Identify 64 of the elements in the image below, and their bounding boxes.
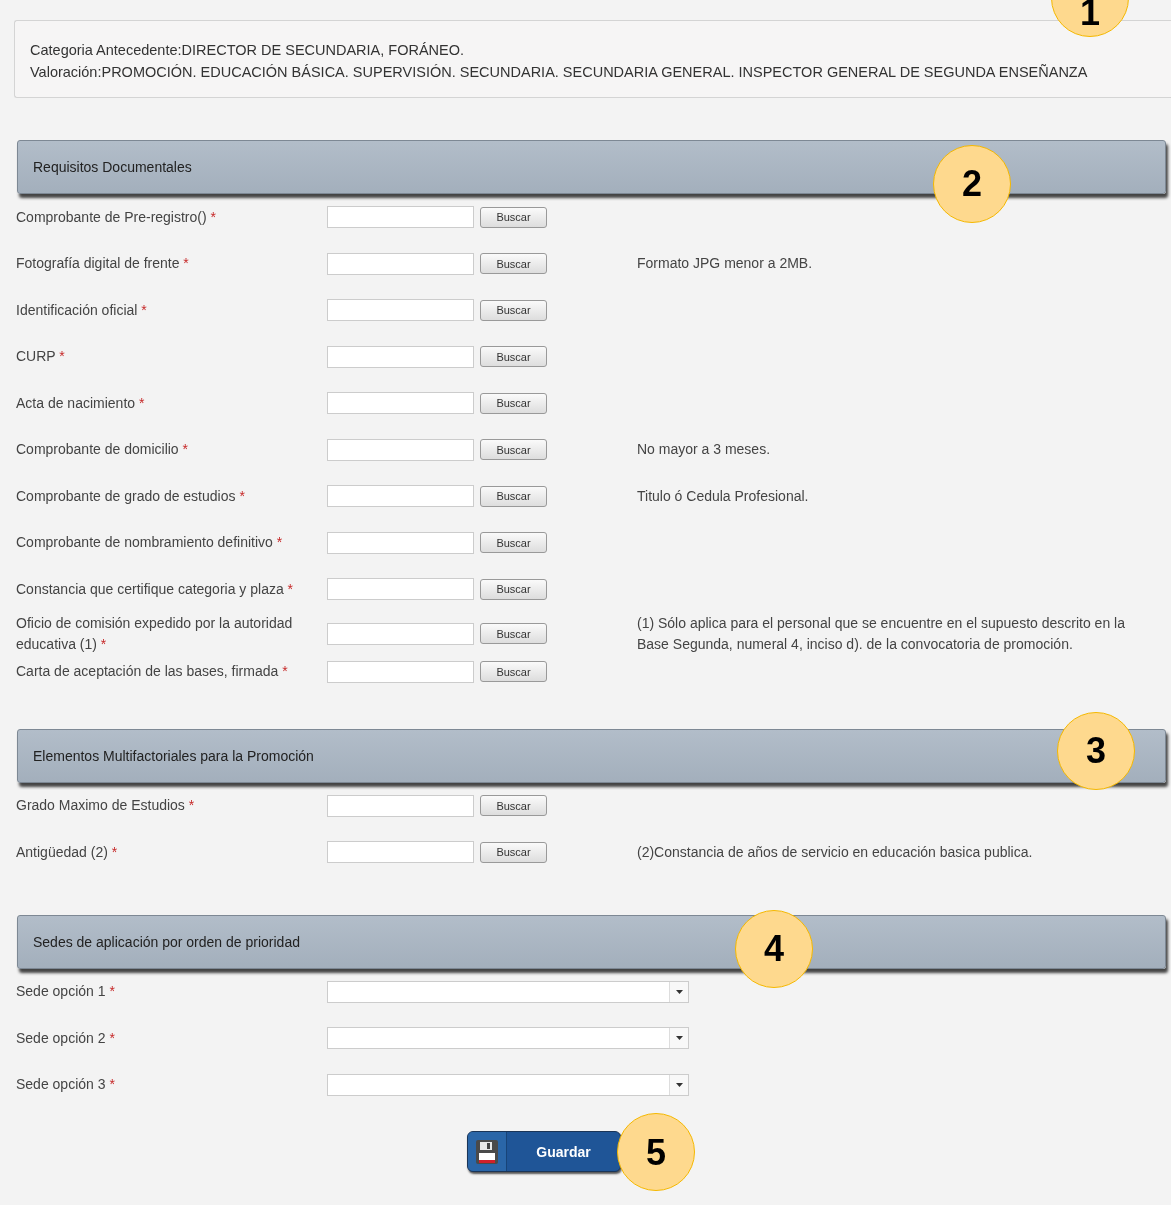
dropdown[interactable] bbox=[327, 1027, 689, 1050]
file-field[interactable] bbox=[327, 392, 474, 415]
field-note: Titulo ó Cedula Profesional. bbox=[637, 486, 810, 506]
field-note: (2)Constancia de años de servicio en educación basica publica. bbox=[637, 842, 1034, 862]
file-field[interactable] bbox=[327, 206, 474, 229]
callout-badge: 1 bbox=[1051, 0, 1129, 37]
dropdown[interactable] bbox=[327, 980, 689, 1003]
browse-button[interactable]: Buscar bbox=[480, 623, 547, 644]
browse-button[interactable]: Buscar bbox=[480, 795, 547, 817]
field-label: Comprobante de domicilio * bbox=[16, 440, 189, 460]
file-field[interactable] bbox=[327, 794, 474, 817]
info-text: Valoración:PROMOCIÓN. EDUCACIÓN BÁSICA. SUPERVISIÓN. SECUNDARIA. SECUNDARIA GENERAL. INSPECTOR GENERAL DE SEGUNDA ENSEÑANZA bbox=[30, 63, 1089, 82]
file-field[interactable] bbox=[327, 660, 474, 683]
file-field[interactable] bbox=[327, 485, 474, 508]
file-field[interactable] bbox=[327, 299, 474, 322]
browse-button[interactable]: Buscar bbox=[480, 392, 547, 414]
field-label: Sede opción 1 * bbox=[16, 982, 116, 1002]
section-title: Requisitos Documentales bbox=[33, 159, 192, 175]
callout-badge: 2 bbox=[933, 145, 1011, 223]
file-field[interactable] bbox=[327, 345, 474, 368]
save-button[interactable]: Guardar bbox=[467, 1131, 621, 1172]
file-field[interactable] bbox=[327, 622, 474, 645]
info-text: Categoria Antecedente:DIRECTOR DE SECUNDARIA, FORÁNEO. bbox=[30, 41, 466, 60]
field-label: Sede opción 3 * bbox=[16, 1075, 116, 1095]
field-label: Acta de nacimiento * bbox=[16, 393, 146, 413]
field-label: Antigüedad (2) * bbox=[16, 842, 119, 862]
browse-button[interactable]: Buscar bbox=[480, 841, 547, 863]
dropdown-arrow-icon bbox=[675, 989, 683, 994]
browse-button[interactable]: Buscar bbox=[480, 299, 547, 321]
field-label: Grado Maximo de Estudios * bbox=[16, 796, 196, 816]
dropdown-arrow-icon bbox=[675, 1036, 683, 1041]
browse-button[interactable]: Buscar bbox=[480, 532, 547, 554]
dropdown[interactable] bbox=[327, 1073, 689, 1096]
field-label: Identificación oficial * bbox=[16, 300, 148, 320]
file-field[interactable] bbox=[327, 438, 474, 461]
callout-badge: 4 bbox=[735, 909, 813, 988]
field-label: Comprobante de Pre-registro() * bbox=[16, 207, 217, 227]
section-title: Sedes de aplicación por orden de prioridad bbox=[33, 933, 300, 950]
callout-badge: 5 bbox=[617, 1113, 695, 1191]
browse-button[interactable]: Buscar bbox=[480, 661, 547, 682]
browse-button[interactable]: Buscar bbox=[480, 206, 547, 228]
field-label: Sede opción 2 * bbox=[16, 1028, 116, 1048]
browse-button[interactable]: Buscar bbox=[480, 346, 547, 368]
field-label: Comprobante de nombramiento definitivo * bbox=[16, 533, 284, 553]
section-title: Elementos Multifactoriales para la Promoción bbox=[33, 747, 314, 764]
browse-button[interactable]: Buscar bbox=[480, 439, 547, 461]
field-label: Oficio de comisión expedido por la autoridad educativa (1) * bbox=[16, 613, 294, 654]
browse-button[interactable]: Buscar bbox=[480, 253, 547, 275]
field-label: Constancia que certifique categoria y plaza * bbox=[16, 579, 295, 599]
file-field[interactable] bbox=[327, 252, 474, 275]
file-field[interactable] bbox=[327, 578, 474, 601]
field-label: Carta de aceptación de las bases, firmada * bbox=[16, 662, 289, 681]
browse-button[interactable]: Buscar bbox=[480, 485, 547, 507]
field-note: (1) Sólo aplica para el personal que se encuentre en el supuesto descrito en la Base Segunda, numeral 4, inciso d). de la convocatoria de promoción. bbox=[637, 613, 1126, 654]
field-label: Fotografía digital de frente * bbox=[16, 254, 190, 274]
callout-badge: 3 bbox=[1057, 711, 1135, 790]
file-field[interactable] bbox=[327, 841, 474, 864]
field-note: Formato JPG menor a 2MB. bbox=[637, 254, 814, 274]
field-label: CURP * bbox=[16, 347, 66, 367]
file-field[interactable] bbox=[327, 531, 474, 554]
field-label: Comprobante de grado de estudios * bbox=[16, 486, 246, 506]
dropdown-arrow-icon bbox=[675, 1082, 683, 1087]
field-note: No mayor a 3 meses. bbox=[637, 440, 772, 460]
browse-button[interactable]: Buscar bbox=[480, 578, 547, 600]
